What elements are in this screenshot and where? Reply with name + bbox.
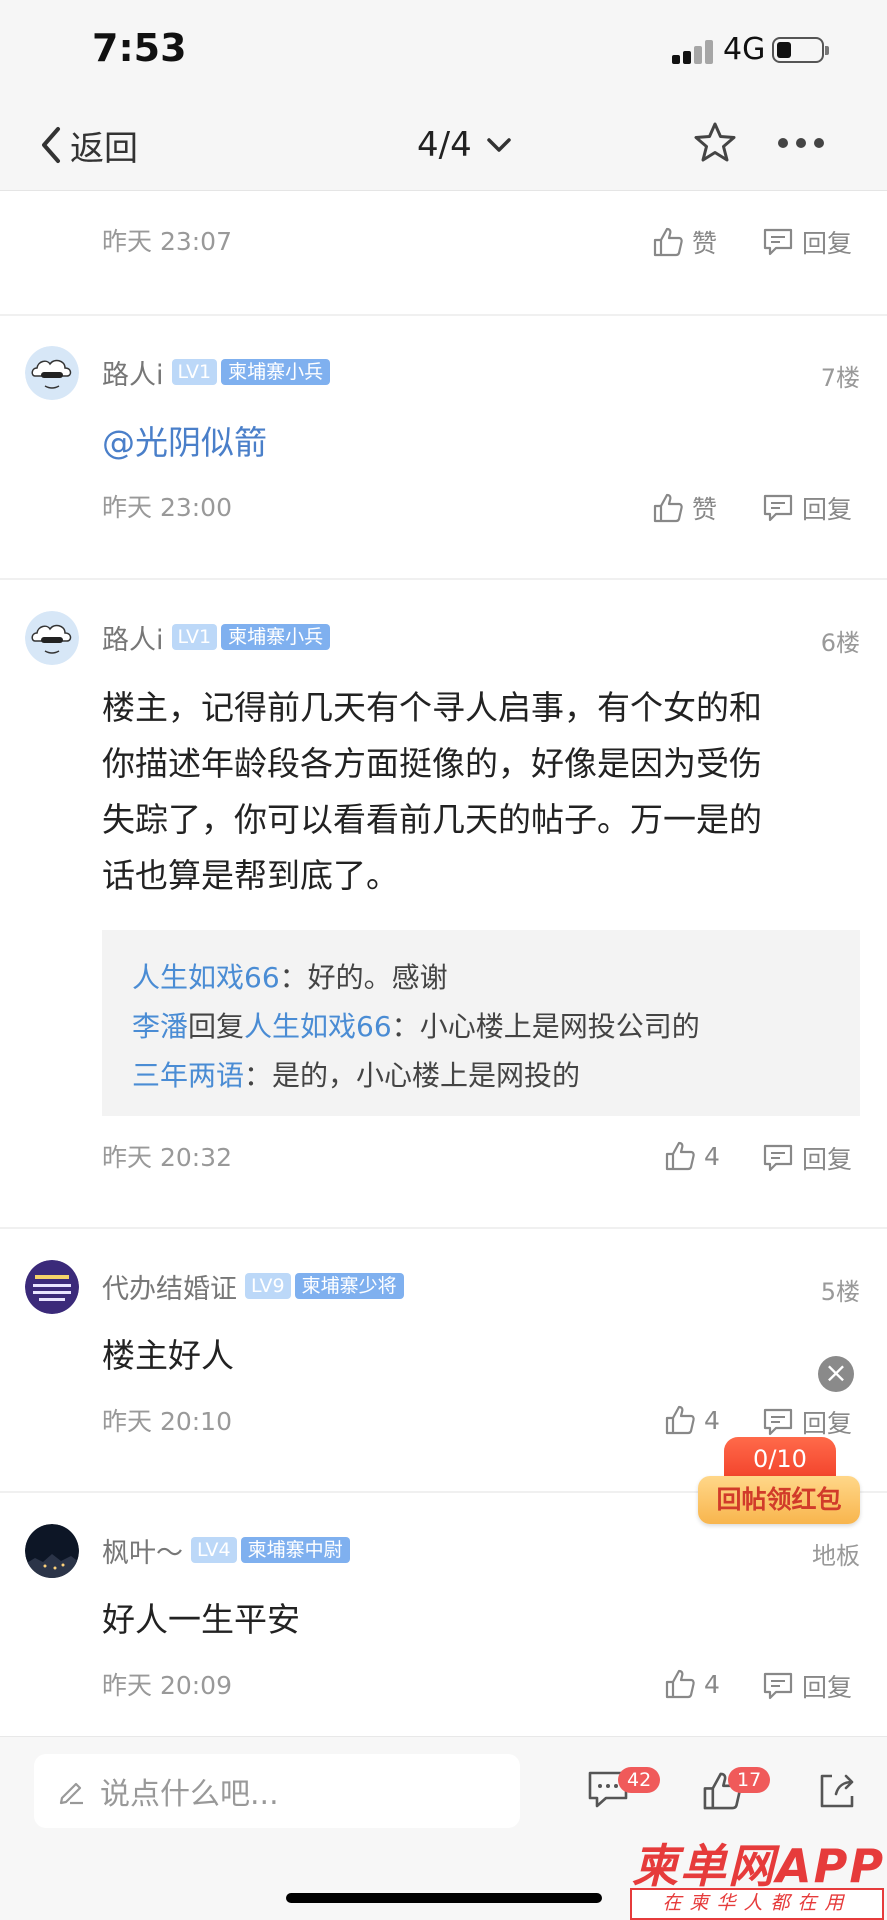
comment-icon [763,1672,793,1700]
star-icon[interactable] [692,120,738,166]
reply-button[interactable]: 回复 [762,1404,852,1440]
username[interactable]: 路人i [102,353,164,392]
red-packet-progress: 0/10 [724,1437,836,1481]
title-badge: 柬埔寨少将 [294,1273,404,1299]
comment-text: 楼主好人 [102,1336,234,1375]
username[interactable]: 路人i [102,618,164,657]
back-label: 返回 [70,128,138,169]
sub-reply[interactable]: 三年两语：是的，小心楼上是网投的 [132,1054,580,1094]
watermark-slogan: 在柬华人都在用 [630,1888,884,1920]
username[interactable]: 枫叶～ [102,1531,183,1570]
comment-time: 昨天 23:00 [102,493,232,522]
pencil-icon [59,1782,83,1805]
reply-button[interactable]: 回复 [762,490,852,526]
title-badge: 柬埔寨小兵 [221,359,331,385]
comment-icon [763,1408,793,1436]
like-count-badge: 17 [728,1767,771,1793]
like-button[interactable]: 4 [664,1668,720,1700]
floor-number: 7楼 [820,364,860,392]
comment-time: 昨天 20:10 [102,1407,232,1436]
like-button[interactable]: 4 [664,1404,720,1436]
purple-avatar-icon [25,1260,79,1314]
share-icon [820,1774,854,1808]
reply-button[interactable]: 回复 [762,1140,852,1176]
comment-input[interactable]: 说点什么吧... [34,1754,520,1828]
chevron-left-icon [42,127,60,163]
avatar[interactable] [25,346,79,400]
comment-count-badge: 42 [618,1767,661,1793]
title-badge: 柬埔寨小兵 [221,624,331,650]
page-indicator: 4/4 [417,125,472,165]
avatar[interactable] [25,1260,79,1314]
divider [0,578,887,580]
floor-number: 5楼 [820,1278,860,1306]
cloud-avatar-icon [25,346,79,400]
like-button[interactable]: 赞 [652,490,717,526]
thumbs-up-icon [665,1669,695,1699]
comment-time: 昨天 20:09 [102,1671,232,1700]
thumbs-up-icon [653,227,683,257]
network-label: 4G [723,32,766,67]
like-button[interactable]: 4 [664,1140,720,1172]
comment-author: 路人i LV1 柬埔寨小兵 [102,353,331,392]
level-badge: LV9 [245,1273,291,1299]
more-icon[interactable] [776,130,826,156]
comment-author: 代办结婚证 LV9 柬埔寨少将 [102,1267,404,1306]
sub-reply[interactable]: 李潘回复人生如戏66：小心楼上是网投公司的 [132,1005,700,1045]
avatar[interactable] [25,611,79,665]
chevron-down-icon [486,138,511,152]
cloud-avatar-icon [25,611,79,665]
comment-icon [763,1144,793,1172]
signal-icon [672,40,716,64]
partial-comment-text [102,168,522,190]
sub-replies[interactable]: 人生如戏66：好的。感谢 李潘回复人生如戏66：小心楼上是网投公司的 三年两语：… [102,930,860,1116]
divider [0,314,887,316]
level-badge: LV1 [171,359,218,385]
back-button[interactable]: 返回 [38,120,138,170]
thumbs-up-icon [653,493,683,523]
close-icon[interactable]: × [818,1356,854,1392]
like-button[interactable]: 赞 [652,224,717,260]
avatar[interactable] [25,1524,79,1578]
comment-author: 枫叶～ LV4 柬埔寨中尉 [102,1531,350,1570]
comment-icon [763,228,793,256]
night-city-avatar-icon [25,1524,79,1578]
floor-number: 6楼 [820,629,860,657]
comment-text: 好人一生平安 [102,1600,300,1639]
input-placeholder: 说点什么吧... [100,1777,279,1812]
thumbs-up-icon [665,1405,695,1435]
share-button[interactable] [816,1770,858,1816]
red-packet-button[interactable]: 回帖领红包 [698,1476,860,1524]
reply-button[interactable]: 回复 [762,224,852,260]
comment-text: 楼主，记得前几天有个寻人启事，有个女的和 你描述年龄段各方面挺像的，好像是因为受… [102,688,762,895]
watermark-logo: 柬单网APP [632,1839,886,1893]
floor-number: 地板 [812,1542,860,1570]
level-badge: LV1 [171,624,218,650]
status-time: 7:53 [92,26,187,70]
level-badge: LV4 [191,1537,237,1563]
comment-text[interactable]: @光阴似箭 [102,415,267,471]
divider [0,1227,887,1229]
page-selector[interactable]: 4/4 [417,120,512,170]
comment-time: 昨天 20:32 [102,1143,232,1172]
title-badge: 柬埔寨中尉 [240,1537,350,1563]
comment-author: 路人i LV1 柬埔寨小兵 [102,618,331,657]
battery-icon [772,37,829,63]
username[interactable]: 代办结婚证 [102,1267,237,1306]
thumbs-up-icon [665,1141,695,1171]
sub-reply[interactable]: 人生如戏66：好的。感谢 [132,956,448,996]
home-indicator [286,1893,602,1903]
comment-icon [763,494,793,522]
comment-time: 昨天 23:07 [102,227,232,256]
reply-button[interactable]: 回复 [762,1668,852,1704]
